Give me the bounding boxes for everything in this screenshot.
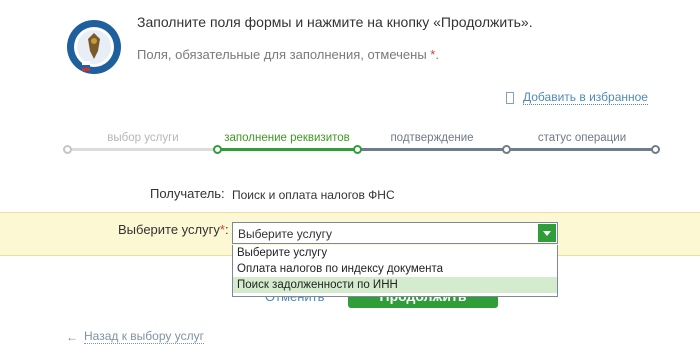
- chevron-down-icon[interactable]: [538, 224, 556, 242]
- intro-text: Заполните поля формы и нажмите на кнопку…: [137, 14, 533, 30]
- step-dot-end: [651, 145, 660, 154]
- step-label-service: выбор услуги: [107, 132, 179, 144]
- service-label-colon: :: [224, 222, 229, 237]
- recipient-value: Поиск и оплата налогов ФНС: [232, 188, 395, 202]
- hint-end: .: [435, 47, 439, 62]
- step-line-done: [68, 148, 218, 151]
- recipient-label: Получатель:: [150, 186, 225, 201]
- hint-text: Поля, обязательные для заполнения, отмеч…: [137, 47, 427, 62]
- back-to-services-label: Назад к выбору услуг: [84, 329, 204, 344]
- step-label-details: заполнение реквизитов: [224, 132, 350, 144]
- step-dot-confirm: [353, 145, 362, 154]
- service-option-highlighted[interactable]: Поиск задолженности по ИНН: [233, 277, 557, 293]
- service-select-value: Выберите услугу: [238, 227, 333, 241]
- add-to-favorites-link[interactable]: Добавить в избранное: [506, 91, 648, 105]
- service-option[interactable]: Оплата налогов по индексу документа: [233, 261, 557, 277]
- step-line-active: [218, 148, 358, 151]
- step-label-status: статус операции: [537, 132, 627, 144]
- service-select[interactable]: Выберите услугу: [232, 222, 558, 244]
- bookmark-icon: [506, 92, 514, 104]
- service-dropdown-list: Выберите услугу Оплата налогов по индекс…: [232, 245, 558, 297]
- step-dot-details: [213, 145, 222, 154]
- step-label-confirm: подтверждение: [390, 132, 474, 144]
- service-label-text: Выберите услугу: [118, 222, 220, 237]
- add-to-favorites-label: Добавить в избранное: [523, 90, 648, 105]
- fns-emblem-icon: [67, 20, 121, 74]
- back-to-services-link[interactable]: ← Назад к выбору услуг: [66, 330, 204, 344]
- service-option[interactable]: Выберите услугу: [233, 245, 557, 261]
- required-fields-hint: Поля, обязательные для заполнения, отмеч…: [137, 47, 439, 62]
- arrow-left-icon: ←: [66, 330, 78, 344]
- service-label: Выберите услугу*:: [118, 222, 229, 237]
- step-dot-status: [502, 145, 511, 154]
- step-dot-start: [63, 145, 72, 154]
- progress-stepper: выбор услуги заполнение реквизитов подтв…: [0, 128, 700, 162]
